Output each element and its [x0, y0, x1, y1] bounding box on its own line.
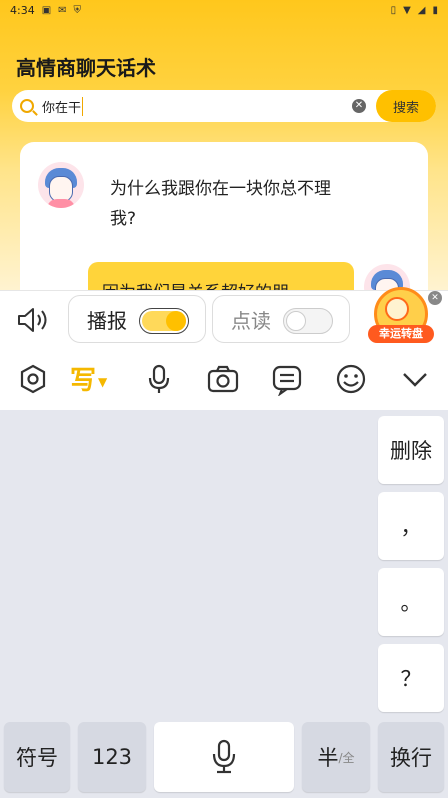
delete-key[interactable]: 删除	[378, 416, 444, 484]
chat-message-left[interactable]: 为什么我跟你在一块你总不理我?	[98, 166, 348, 242]
read-aloud-toggle[interactable]: 点读	[212, 295, 350, 343]
space-voice-key[interactable]	[154, 722, 294, 792]
broadcast-label: 播报	[87, 308, 127, 333]
enter-key[interactable]: 换行	[378, 722, 444, 792]
broadcast-switch[interactable]	[139, 308, 189, 334]
collapse-icon[interactable]	[398, 362, 432, 396]
search-button[interactable]: 搜索	[376, 90, 436, 122]
write-icon: 写	[70, 366, 97, 396]
write-button[interactable]: 写 ▼	[70, 360, 107, 397]
notification-b-icon: ✉	[58, 4, 67, 16]
page-title: 高情商聊天话术	[16, 56, 156, 80]
full-width-label: /全	[338, 750, 355, 765]
chat-message-right[interactable]: 因为我们是关系超好的朋	[88, 262, 354, 290]
symbols-key[interactable]: 符号	[4, 722, 70, 792]
close-icon[interactable]: ✕	[428, 291, 442, 305]
read-aloud-switch[interactable]	[283, 308, 333, 334]
clear-icon[interactable]: ✕	[352, 99, 366, 113]
microphone-icon[interactable]	[142, 362, 176, 396]
clipboard-icon[interactable]	[270, 362, 304, 396]
search-bar: 你在干 ✕ 搜索	[12, 90, 436, 122]
flame-icon	[385, 297, 409, 321]
broadcast-toggle[interactable]: 播报	[68, 295, 206, 343]
ime-function-bar: 写 ▼	[0, 348, 448, 410]
read-aloud-label: 点读	[231, 308, 271, 333]
signal-icon: ◢	[417, 4, 426, 16]
status-bar: 4:34 ▣ ✉ ⛨ ▯ ▼ ◢ ▮	[0, 0, 448, 20]
period-key[interactable]: 。	[378, 568, 444, 636]
numbers-key[interactable]: 123	[78, 722, 146, 792]
chat-card: 为什么我跟你在一块你总不理我? 因为我们是关系超好的朋	[20, 142, 428, 290]
notification-a-icon: ▣	[41, 4, 52, 16]
camera-icon[interactable]	[206, 362, 240, 396]
status-time: 4:34	[10, 3, 35, 17]
comma-key[interactable]: ，	[378, 492, 444, 560]
shield-icon: ⛨	[73, 4, 82, 16]
avatar	[38, 162, 84, 208]
dropdown-icon: ▼	[98, 374, 108, 389]
search-icon	[20, 99, 34, 113]
search-input[interactable]: 你在干	[42, 96, 84, 116]
keyboard-toolbar: 播报 点读 幸运转盘 ✕	[0, 287, 448, 348]
emoji-icon[interactable]	[334, 362, 368, 396]
speaker-icon[interactable]	[16, 305, 50, 335]
lucky-wheel-label: 幸运转盘	[368, 325, 434, 343]
wifi-icon: ▼	[403, 4, 411, 16]
settings-hex-icon[interactable]	[16, 362, 50, 396]
battery-icon: ▮	[432, 4, 438, 16]
app-screen: 4:34 ▣ ✉ ⛨ ▯ ▼ ◢ ▮ 高情商聊天话术 你在干 ✕ 搜索 为什么我…	[0, 0, 448, 290]
half-width-label: 半	[317, 746, 339, 770]
lucky-wheel-button[interactable]: 幸运转盘	[368, 287, 434, 353]
vibrate-icon: ▯	[390, 4, 397, 16]
keyboard: 删除 ， 。 ？ 符号 123 半/全 换行	[0, 410, 448, 798]
half-full-width-key[interactable]: 半/全	[302, 722, 370, 792]
microphone-icon	[212, 739, 236, 774]
question-key[interactable]: ？	[378, 644, 444, 712]
